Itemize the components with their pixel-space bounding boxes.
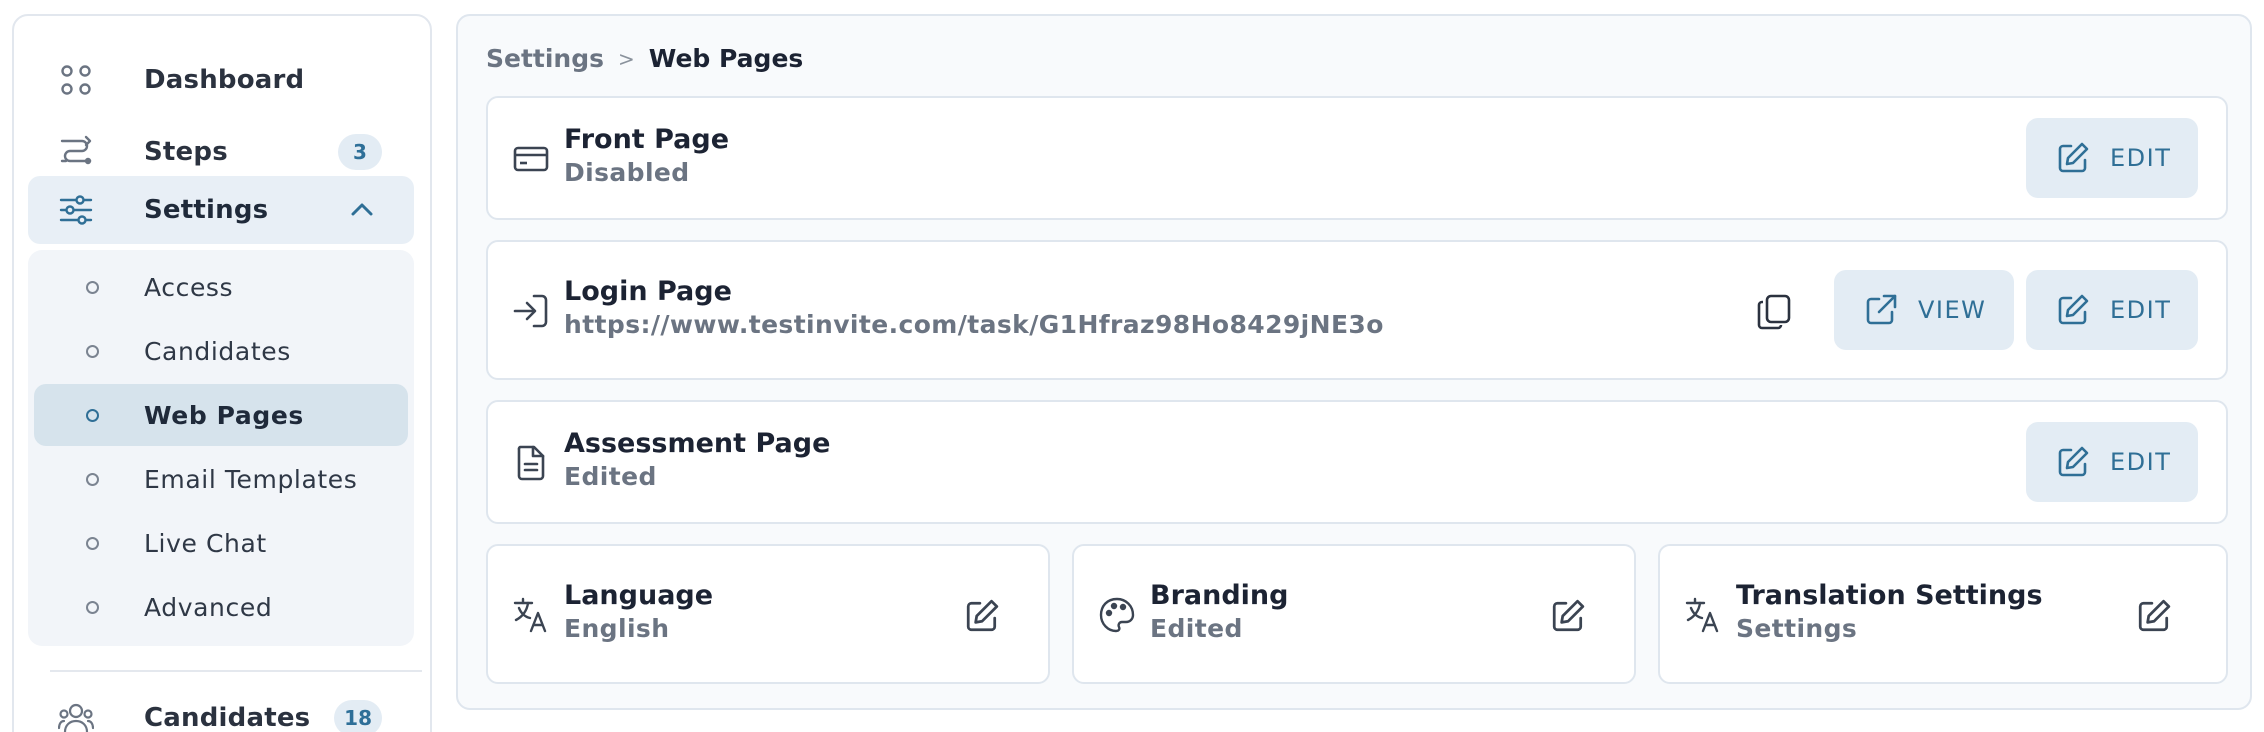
breadcrumb: Settings > Web Pages (486, 44, 803, 73)
breadcrumb-separator: > (618, 46, 635, 71)
submenu-item-access[interactable]: Access (34, 256, 408, 318)
breadcrumb-current: Web Pages (648, 44, 804, 73)
sidebar-item-label: Steps (144, 137, 228, 167)
grid-dots-icon (61, 65, 91, 95)
main-panel: Settings > Web Pages Front Page Disabled… (456, 14, 2252, 710)
edit-button[interactable]: EDIT (2026, 270, 2198, 350)
submenu-item-label: Access (144, 272, 234, 302)
credit-card-icon (513, 146, 549, 172)
submenu-item-label: Web Pages (144, 400, 304, 430)
edit-button[interactable]: EDIT (2026, 422, 2198, 502)
card-title: Login Page (564, 276, 732, 307)
edit-icon[interactable] (2136, 598, 2172, 634)
tile-title: Language (564, 580, 714, 611)
sliders-icon (59, 195, 93, 225)
submenu-item-label: Advanced (144, 592, 273, 622)
submenu-item-live-chat[interactable]: Live Chat (34, 512, 408, 574)
view-button[interactable]: VIEW (1834, 270, 2014, 350)
settings-submenu: Access Candidates Web Pages Email Templa… (28, 250, 414, 646)
sidebar-item-candidates[interactable]: Candidates 18 (28, 684, 414, 732)
edit-button-label: EDIT (2110, 448, 2172, 476)
breadcrumb-parent[interactable]: Settings (486, 44, 604, 73)
translate-icon (1685, 597, 1719, 633)
translate-icon (513, 597, 547, 633)
login-url: https://www.testinvite.com/task/G1Hfraz9… (564, 310, 1384, 339)
copy-icon[interactable] (1754, 292, 1794, 332)
edit-icon (2058, 294, 2089, 325)
edit-button-label: EDIT (2110, 296, 2172, 324)
sidebar-item-settings[interactable]: Settings (28, 176, 414, 244)
submenu-item-label: Email Templates (144, 464, 358, 494)
sidebar: Dashboard Steps 3 Settings Access Candid (12, 14, 432, 732)
assessment-page-card: Assessment Page Edited EDIT (486, 400, 2228, 524)
edit-button-label: EDIT (2110, 144, 2172, 172)
tile-title: Translation Settings (1736, 580, 2043, 611)
view-button-label: VIEW (1918, 296, 1987, 324)
bullet-icon (86, 536, 99, 550)
edit-button[interactable]: EDIT (2026, 118, 2198, 198)
submenu-item-label: Live Chat (144, 528, 267, 558)
edit-icon[interactable] (1550, 598, 1586, 634)
file-text-icon (517, 445, 545, 481)
card-title: Assessment Page (564, 428, 831, 459)
submenu-item-label: Candidates (144, 336, 291, 366)
card-status: Edited (564, 462, 657, 491)
palette-icon (1099, 597, 1135, 633)
bullet-icon (86, 408, 99, 422)
tile-value: Edited (1150, 614, 1243, 643)
edit-icon (2058, 142, 2089, 173)
branding-tile: Branding Edited (1072, 544, 1636, 684)
submenu-item-candidates[interactable]: Candidates (34, 320, 408, 382)
bullet-icon (86, 600, 99, 614)
chevron-up-icon[interactable] (348, 196, 376, 224)
users-icon (58, 703, 94, 732)
tile-value: English (564, 614, 670, 643)
front-page-card: Front Page Disabled EDIT (486, 96, 2228, 220)
divider (50, 670, 422, 672)
submenu-item-web-pages[interactable]: Web Pages (34, 384, 408, 446)
login-page-card: Login Page https://www.testinvite.com/ta… (486, 240, 2228, 380)
edit-icon[interactable] (964, 598, 1000, 634)
bullet-icon (86, 472, 99, 486)
count-badge: 3 (338, 134, 382, 170)
submenu-item-advanced[interactable]: Advanced (34, 576, 408, 638)
bullet-icon (86, 344, 99, 358)
bullet-icon (86, 280, 99, 294)
external-link-icon (1866, 294, 1897, 325)
sidebar-item-dashboard[interactable]: Dashboard (28, 46, 414, 114)
submenu-item-email-templates[interactable]: Email Templates (34, 448, 408, 510)
route-icon (60, 135, 92, 165)
sidebar-item-label: Settings (144, 195, 269, 225)
translation-settings-tile: Translation Settings Settings (1658, 544, 2228, 684)
tile-value: Settings (1736, 614, 1858, 643)
edit-icon (2058, 446, 2089, 477)
card-title: Front Page (564, 124, 730, 155)
card-status: Disabled (564, 158, 690, 187)
language-tile: Language English (486, 544, 1050, 684)
sidebar-item-label: Candidates (144, 703, 311, 732)
login-icon (513, 294, 548, 328)
sidebar-item-label: Dashboard (144, 65, 305, 95)
tile-title: Branding (1150, 580, 1289, 611)
count-badge: 18 (334, 700, 382, 732)
